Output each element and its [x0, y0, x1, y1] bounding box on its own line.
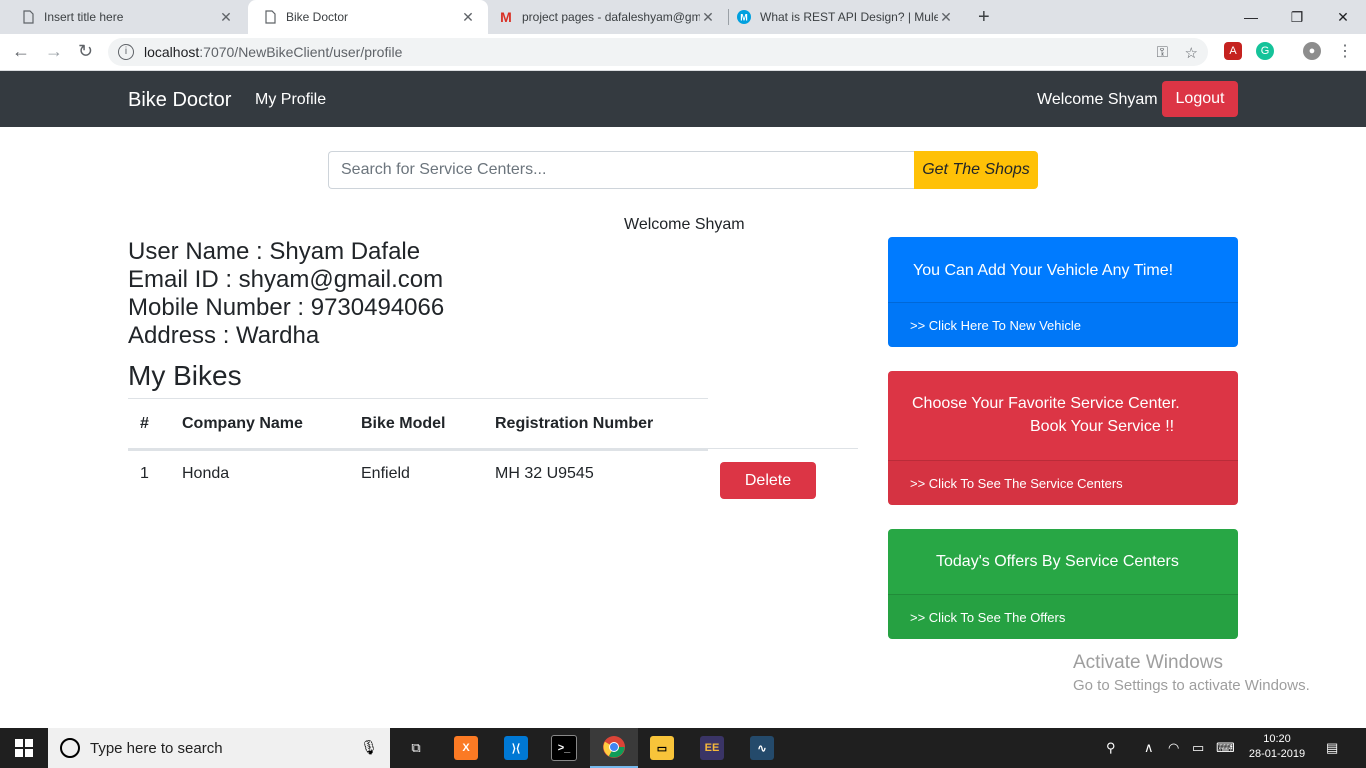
grammarly-icon[interactable]: G: [1256, 42, 1274, 60]
add-vehicle-card: You Can Add Your Vehicle Any Time! >> Cl…: [888, 237, 1238, 347]
service-centers-link[interactable]: >> Click To See The Service Centers: [888, 460, 1238, 505]
reload-icon[interactable]: ↻: [78, 41, 93, 62]
my-profile-link[interactable]: My Profile: [255, 91, 326, 109]
row-number: 1: [140, 465, 149, 482]
start-button[interactable]: [0, 728, 48, 768]
page-icon: [20, 9, 36, 25]
windows-logo-icon: [15, 739, 33, 757]
windows-taskbar: Type here to search 🎙 ⧉ X ⟩⟨ >_ ▭ EE ∿ ⚲…: [0, 728, 1366, 768]
close-window-button[interactable]: ✕: [1320, 0, 1366, 34]
tab-title: project pages - dafaleshyam@gm: [522, 10, 700, 24]
column-header: Bike Model: [361, 415, 446, 432]
chrome-icon[interactable]: [590, 728, 638, 768]
url-host: localhost: [144, 44, 200, 60]
brand-link[interactable]: Bike Doctor: [128, 89, 231, 112]
tab-mulesoft[interactable]: M What is REST API Design? | MuleS ✕: [728, 0, 966, 34]
welcome-user-text: Welcome Shyam: [1037, 91, 1158, 108]
taskbar-search-box[interactable]: Type here to search 🎙: [48, 728, 390, 768]
close-icon[interactable]: ✕: [218, 9, 234, 26]
key-icon[interactable]: ⚿: [1157, 44, 1168, 61]
forward-icon[interactable]: →: [45, 41, 63, 62]
close-icon[interactable]: ✕: [700, 9, 716, 26]
network-icon[interactable]: ◠: [1168, 728, 1179, 768]
card-body-line: Choose Your Favorite Service Center.: [912, 395, 1180, 412]
browser-toolbar: ← → ↻ i localhost:7070/NewBikeClient/use…: [0, 34, 1366, 71]
search-input[interactable]: [328, 151, 914, 189]
restore-button[interactable]: ❐: [1274, 0, 1320, 34]
chrome-logo: [603, 736, 625, 758]
chevron-up-icon[interactable]: ∧: [1144, 728, 1154, 768]
close-icon[interactable]: ✕: [460, 9, 476, 26]
tab-title: What is REST API Design? | MuleS: [760, 10, 938, 24]
info-icon[interactable]: i: [118, 44, 134, 60]
browser-tab-strip: Insert title here ✕ Bike Doctor ✕ M proj…: [0, 0, 1366, 34]
notification-icon[interactable]: ▤: [1326, 728, 1338, 768]
clock-time: 10:20: [1263, 733, 1291, 745]
card-body: You Can Add Your Vehicle Any Time!: [913, 262, 1174, 279]
email-id: Email ID : shyam@gmail.com: [128, 266, 444, 293]
page-icon: [262, 9, 278, 25]
new-tab-button[interactable]: +: [978, 6, 990, 29]
my-bikes-heading: My Bikes: [128, 360, 242, 391]
mysql-workbench-icon[interactable]: ∿: [738, 728, 786, 768]
new-vehicle-link[interactable]: >> Click Here To New Vehicle: [888, 302, 1238, 347]
people-icon[interactable]: ⚲: [1106, 728, 1116, 768]
delete-button[interactable]: Delete: [720, 462, 816, 499]
tab-title: Bike Doctor: [286, 10, 349, 24]
taskbar-clock[interactable]: 10:20 28-01-2019: [1240, 732, 1314, 762]
column-header: Company Name: [182, 415, 303, 432]
tab-bike-doctor[interactable]: Bike Doctor ✕: [248, 0, 488, 34]
tab-insert-title[interactable]: Insert title here ✕: [0, 0, 246, 34]
activate-windows-title: Activate Windows: [1073, 652, 1223, 673]
service-center-card: Choose Your Favorite Service Center. Boo…: [888, 371, 1238, 505]
pdf-extension-icon[interactable]: A: [1224, 42, 1242, 60]
profile-avatar[interactable]: ●: [1303, 42, 1321, 60]
url-path: :7070/NewBikeClient/user/profile: [199, 44, 403, 60]
svg-text:M: M: [740, 13, 748, 23]
bike-model-cell: Enfield: [361, 465, 410, 482]
table-header: # Company Name Bike Model Registration N…: [128, 398, 708, 451]
mobile-number: Mobile Number : 9730494066: [128, 294, 445, 321]
close-icon[interactable]: ✕: [938, 9, 954, 26]
registration-cell: MH 32 U9545: [495, 465, 594, 482]
cortana-icon: [60, 738, 80, 758]
activate-windows-subtitle: Go to Settings to activate Windows.: [1073, 677, 1310, 694]
card-body-line: Book Your Service !!: [1030, 418, 1175, 435]
tab-title: Insert title here: [44, 10, 124, 24]
star-icon[interactable]: ☆: [1185, 44, 1198, 62]
java-ee-ide-icon[interactable]: EE: [688, 728, 736, 768]
mulesoft-icon: M: [736, 9, 752, 25]
welcome-message: Welcome Shyam: [624, 216, 745, 233]
task-view-icon[interactable]: ⧉: [392, 728, 440, 768]
file-explorer-icon[interactable]: ▭: [638, 728, 686, 768]
card-body: Choose Your Favorite Service Center. Boo…: [888, 371, 1238, 460]
address: Address : Wardha: [128, 322, 320, 349]
battery-icon[interactable]: ▭: [1192, 728, 1204, 768]
gmail-icon: M: [500, 9, 512, 25]
address-bar[interactable]: i localhost:7070/NewBikeClient/user/prof…: [108, 38, 1208, 66]
microphone-icon[interactable]: 🎙: [360, 739, 378, 756]
app-navbar: Bike Doctor My Profile Welcome Shyam Log…: [0, 71, 1366, 127]
company-name-cell: Honda: [182, 465, 230, 482]
logout-button[interactable]: Logout: [1162, 81, 1238, 117]
menu-icon[interactable]: ⋮: [1336, 42, 1354, 60]
offers-card: Today's Offers By Service Centers >> Cli…: [888, 529, 1238, 639]
column-header: #: [140, 415, 149, 432]
keyboard-icon[interactable]: ⌨: [1216, 728, 1235, 768]
table-row: 1 Honda Enfield MH 32 U9545 Delete: [128, 448, 858, 499]
card-body: Today's Offers By Service Centers: [936, 553, 1179, 570]
xampp-icon[interactable]: X: [442, 728, 490, 768]
clock-date: 28-01-2019: [1248, 748, 1306, 760]
back-icon[interactable]: ←: [12, 41, 30, 62]
vscode-icon[interactable]: ⟩⟨: [492, 728, 540, 768]
profile-details: User Name : Shyam Dafale Email ID : shya…: [128, 238, 444, 350]
minimize-button[interactable]: —: [1228, 0, 1274, 34]
get-shops-button[interactable]: Get The Shops: [914, 151, 1038, 189]
taskbar-search-placeholder: Type here to search: [90, 739, 223, 757]
column-header: Registration Number: [495, 415, 654, 432]
user-name: User Name : Shyam Dafale: [128, 238, 421, 265]
offers-link[interactable]: >> Click To See The Offers: [888, 594, 1238, 639]
tab-gmail[interactable]: M project pages - dafaleshyam@gm ✕: [488, 0, 728, 34]
terminal-icon[interactable]: >_: [540, 728, 588, 768]
